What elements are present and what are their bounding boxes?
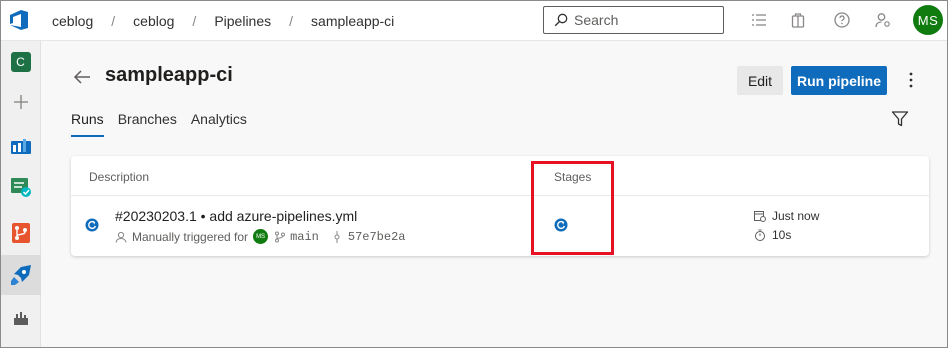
more-options-icon[interactable] [901, 70, 921, 90]
run-in-progress-icon [85, 218, 99, 232]
help-icon[interactable] [833, 11, 851, 29]
header-divider [71, 195, 929, 196]
stages-highlight-box [531, 161, 614, 255]
breadcrumb: ceblog / ceblog / Pipelines / sampleapp-… [52, 0, 394, 41]
run-duration: 10s [754, 228, 791, 242]
rail-artifacts[interactable] [0, 298, 41, 338]
search-icon [554, 13, 568, 27]
left-navigation-rail: C [0, 41, 41, 348]
artifacts-icon [13, 312, 28, 325]
duration-text: 10s [772, 228, 792, 242]
rail-pipelines[interactable] [0, 255, 41, 295]
pipeline-tabs: Runs Branches Analytics [71, 111, 261, 137]
user-avatar[interactable]: MS [913, 5, 943, 35]
start-time-text: Just now [772, 209, 820, 223]
plus-icon [13, 95, 28, 109]
breadcrumb-separator: / [111, 12, 116, 29]
page-title: sampleapp-ci [105, 64, 233, 86]
tab-branches[interactable]: Branches [118, 111, 177, 137]
project-badge: C [10, 52, 31, 72]
rail-project-overview[interactable]: C [0, 42, 41, 82]
branch-name[interactable]: main [290, 230, 319, 244]
run-meta: Manually triggered for MS main 57e7be2a [115, 229, 405, 244]
tab-analytics[interactable]: Analytics [191, 111, 247, 137]
column-header-description: Description [89, 170, 150, 184]
stopwatch-icon [755, 229, 765, 241]
boards-icon [10, 139, 31, 154]
top-bar: ceblog / ceblog / Pipelines / sampleapp-… [0, 0, 948, 41]
rail-boards[interactable] [0, 125, 41, 165]
run-start-time: Just now [754, 209, 819, 223]
breadcrumb-pipelines[interactable]: Pipelines [214, 13, 271, 29]
rail-repos[interactable] [0, 213, 41, 253]
trigger-user-avatar: MS [253, 229, 269, 244]
user-settings-icon[interactable] [874, 11, 892, 29]
tab-runs[interactable]: Runs [71, 111, 104, 137]
breadcrumb-separator: / [289, 12, 294, 29]
test-plans-icon [10, 178, 31, 197]
filter-icon[interactable] [891, 110, 909, 128]
rail-add-button[interactable] [0, 82, 41, 122]
breadcrumb-organization[interactable]: ceblog [52, 13, 93, 29]
person-icon [115, 231, 127, 243]
settings-list-icon[interactable] [750, 11, 768, 29]
breadcrumb-project[interactable]: ceblog [133, 13, 174, 29]
commit-icon [334, 230, 340, 243]
rail-test-plans[interactable] [0, 167, 41, 207]
trigger-text: Manually triggered for [132, 229, 249, 244]
search-box[interactable] [543, 6, 724, 34]
run-title[interactable]: #20230203.1 • add azure-pipelines.yml [115, 208, 357, 224]
commit-hash[interactable]: 57e7be2a [348, 230, 406, 244]
run-pipeline-button[interactable]: Run pipeline [791, 66, 887, 95]
back-arrow-icon[interactable] [72, 67, 92, 87]
pipelines-rocket-icon [10, 265, 31, 285]
azure-devops-logo-icon[interactable] [7, 8, 31, 32]
breadcrumb-pipeline[interactable]: sampleapp-ci [311, 13, 394, 29]
branch-icon [275, 231, 286, 242]
repos-icon [11, 223, 30, 243]
calendar-clock-icon [754, 211, 766, 222]
marketplace-bag-icon[interactable] [789, 11, 807, 29]
runs-table: Description Stages #20230203.1 • add azu… [71, 156, 929, 256]
edit-button[interactable]: Edit [737, 66, 783, 95]
breadcrumb-separator: / [192, 12, 197, 29]
search-input[interactable] [574, 12, 714, 28]
